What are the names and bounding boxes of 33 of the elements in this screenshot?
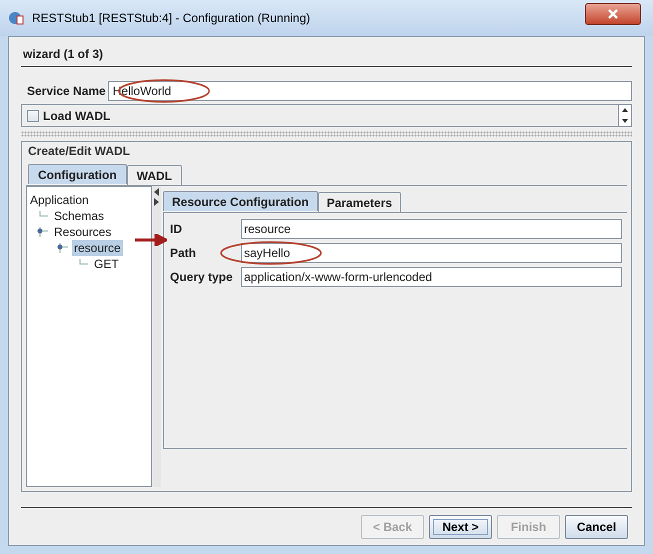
collapse-left-icon[interactable] — [154, 188, 159, 196]
splitter[interactable] — [152, 186, 161, 487]
expand-right-icon[interactable] — [154, 198, 159, 206]
tree-item[interactable]: Resources — [52, 224, 114, 240]
close-button[interactable] — [585, 3, 641, 25]
tab[interactable]: WADL — [126, 165, 182, 185]
spinner[interactable] — [618, 105, 631, 126]
wizard-step-title: wizard (1 of 3) — [23, 47, 104, 61]
close-icon — [606, 8, 620, 20]
checkbox-label: Load WADL — [43, 108, 110, 124]
field-label: ID — [170, 220, 183, 238]
tab[interactable]: Parameters — [318, 192, 402, 212]
field-label: Path — [170, 244, 198, 262]
tree-node-handle-icon[interactable] — [36, 227, 48, 237]
text-field[interactable]: application/x-www-form-urlencoded — [241, 266, 622, 286]
text-field[interactable]: resource — [241, 218, 622, 238]
app-icon — [8, 10, 24, 26]
tree-item[interactable]: resource — [72, 240, 123, 256]
wizard-button[interactable]: Next > — [429, 515, 492, 539]
arrow — [135, 234, 167, 246]
text-field[interactable]: sayHello — [241, 242, 622, 262]
tree-node-handle-icon[interactable] — [56, 243, 68, 253]
tab[interactable]: Resource Configuration — [163, 191, 318, 211]
field-label: Query type — [170, 268, 234, 286]
checkbox[interactable] — [27, 110, 39, 122]
window-title: RESTStub1 [RESTStub:4] - Configuration (Running) — [32, 10, 310, 27]
group-title: Create/Edit WADL — [28, 144, 132, 158]
tab[interactable]: Configuration — [28, 164, 127, 184]
tree-item[interactable]: GET — [92, 256, 121, 272]
tree-item[interactable]: Schemas — [52, 208, 106, 224]
wizard-button[interactable]: Cancel — [565, 515, 628, 539]
tree-item[interactable]: Application — [28, 192, 91, 208]
field-label: Service Name — [27, 83, 106, 100]
